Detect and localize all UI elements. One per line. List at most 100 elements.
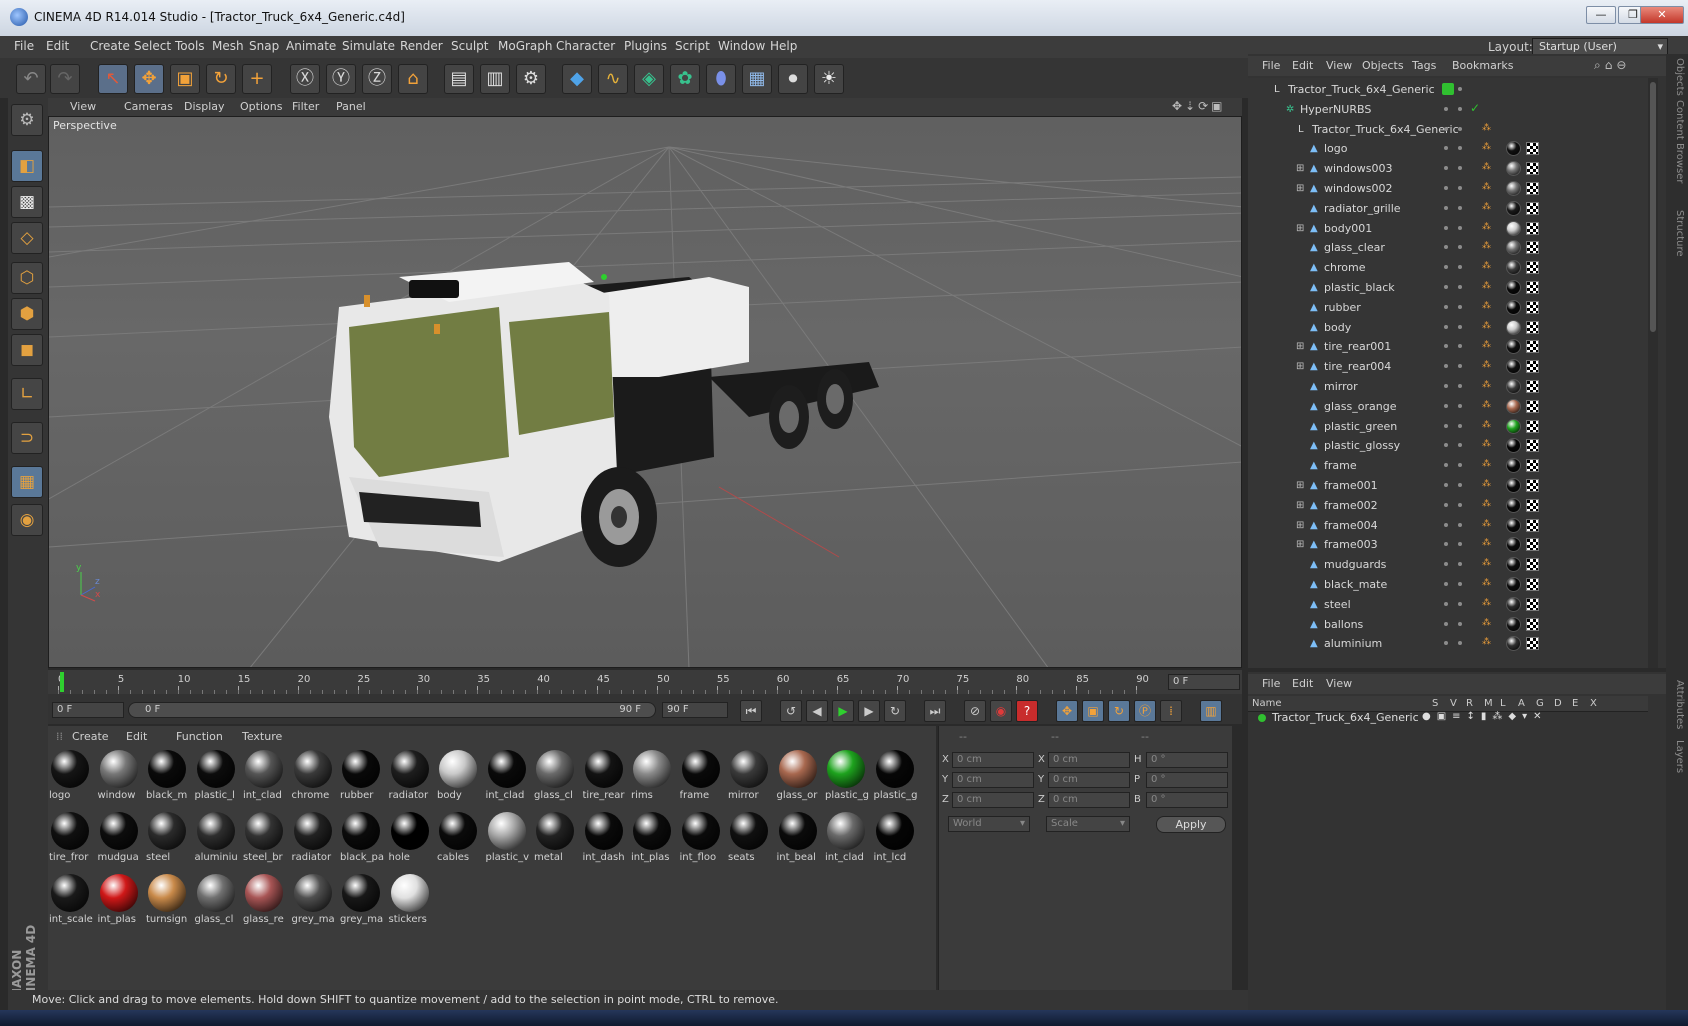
enabled-check-icon[interactable]: ✓	[1470, 101, 1480, 115]
menu-script[interactable]: Script	[675, 39, 710, 53]
object-row[interactable]: ▲ mirror ⁂	[1248, 377, 1648, 397]
timeline-playhead[interactable]	[60, 672, 64, 692]
layer-column-v[interactable]: V	[1450, 698, 1457, 709]
visibility-render-dot[interactable]	[1458, 166, 1462, 171]
material-swatch[interactable]: tire_fror	[48, 810, 92, 868]
menu-create[interactable]: Create	[90, 39, 130, 53]
phong-tag-icon[interactable]: ⁂	[1482, 162, 1494, 174]
material-tag-icon[interactable]	[1506, 379, 1521, 394]
material-swatch[interactable]: int_scale	[48, 872, 93, 930]
material-tag-icon[interactable]	[1506, 299, 1521, 315]
material-swatch[interactable]: mudgua	[97, 810, 141, 868]
material-swatch[interactable]: aluminiu	[194, 810, 238, 868]
visibility-editor-dot[interactable]	[1444, 304, 1448, 309]
object-row[interactable]: ⊞ ▲ windows002 ⁂	[1248, 179, 1648, 199]
workplane-lock-button[interactable]: ▦	[11, 466, 43, 498]
visibility-render-dot[interactable]	[1458, 423, 1462, 428]
material-tag-icon[interactable]	[1506, 181, 1521, 196]
material-swatch[interactable]: plastic_g	[824, 748, 869, 806]
uvw-tag-icon[interactable]	[1526, 261, 1539, 275]
snap-magnet-button[interactable]: ⊃	[11, 422, 43, 454]
visibility-render-dot[interactable]	[1458, 483, 1462, 487]
material-swatch[interactable]: rims	[630, 748, 674, 806]
material-tag-icon[interactable]	[1506, 339, 1521, 355]
material-swatch[interactable]: int_dash	[582, 810, 626, 868]
object-row[interactable]: ⊞ ▲ tire_rear004 ⁂	[1248, 357, 1648, 377]
uvw-tag-icon[interactable]	[1526, 300, 1539, 314]
object-menu-view[interactable]: View	[1326, 59, 1352, 72]
record-keys-off-button[interactable]: ⊘	[964, 700, 986, 722]
object-row[interactable]: ▲ frame ⁂	[1248, 456, 1648, 476]
visibility-render-dot[interactable]	[1458, 562, 1462, 567]
material-tag-icon[interactable]	[1506, 438, 1521, 454]
material-swatch[interactable]: frame	[679, 748, 723, 806]
viewport-menu-view[interactable]: View	[70, 100, 96, 113]
viewport-menu-cameras[interactable]: Cameras	[124, 100, 173, 113]
perspective-viewport[interactable]: Perspective y z x	[48, 116, 1242, 668]
coord-rotation-field[interactable]: 0 °	[1146, 752, 1228, 768]
material-tag-icon[interactable]	[1506, 616, 1521, 632]
uvw-tag-icon[interactable]	[1526, 419, 1539, 433]
record-active-button[interactable]: ◉	[990, 700, 1012, 722]
menu-sculpt[interactable]: Sculpt	[451, 39, 488, 53]
visibility-render-dot[interactable]	[1458, 344, 1462, 349]
material-swatch[interactable]: black_m	[145, 748, 189, 806]
layer-menu-view[interactable]: View	[1326, 677, 1352, 690]
preview-range-slider[interactable]: 0 F 90 F	[128, 702, 656, 718]
uvw-tag-icon[interactable]	[1526, 518, 1539, 532]
material-swatch[interactable]: grey_ma	[339, 872, 383, 930]
z-axis-lock-button[interactable]: Ⓩ	[362, 64, 392, 94]
material-swatch[interactable]: grey_ma	[291, 872, 335, 930]
visibility-editor-dot[interactable]	[1444, 582, 1448, 586]
material-swatch[interactable]: black_pa	[339, 810, 384, 868]
visibility-editor-dot[interactable]	[1444, 225, 1448, 230]
material-swatch[interactable]: window	[97, 748, 141, 806]
layer-column-a[interactable]: A	[1518, 698, 1525, 709]
visibility-editor-dot[interactable]	[1444, 522, 1448, 527]
layer-column-s[interactable]: S	[1432, 698, 1438, 709]
object-row[interactable]: ▲ steel ⁂	[1248, 595, 1648, 615]
autokey-help-icon[interactable]: ?	[1016, 700, 1038, 722]
menu-snap[interactable]: Snap	[249, 39, 279, 53]
material-swatch[interactable]: int_clad	[485, 748, 529, 806]
phong-tag-icon[interactable]: ⁂	[1482, 202, 1494, 214]
x-axis-lock-button[interactable]: Ⓧ	[290, 64, 320, 94]
material-tag-icon[interactable]	[1506, 319, 1521, 335]
visibility-editor-dot[interactable]	[1444, 463, 1448, 468]
uvw-tag-icon[interactable]	[1526, 538, 1539, 552]
coord-rotation-field[interactable]: 0 °	[1146, 792, 1228, 808]
material-menu-function[interactable]: Function	[176, 730, 223, 743]
material-menu-create[interactable]: Create	[72, 730, 109, 743]
object-row[interactable]: ⊞ ▲ windows003 ⁂	[1248, 159, 1648, 179]
viewport-menu-options[interactable]: Options	[240, 100, 282, 113]
expand-icon[interactable]: ⊞	[1296, 223, 1306, 234]
end-frame-field[interactable]: 90 F	[662, 702, 728, 718]
visibility-render-dot[interactable]	[1458, 364, 1462, 369]
menu-mesh[interactable]: Mesh	[212, 39, 244, 53]
object-row[interactable]: ▲ body ⁂	[1248, 318, 1648, 338]
visibility-render-dot[interactable]	[1458, 87, 1462, 91]
phong-tag-icon[interactable]: ⁂	[1482, 301, 1494, 313]
object-row[interactable]: ⊞ ▲ tire_rear001 ⁂	[1248, 337, 1648, 357]
phong-tag-icon[interactable]: ⁂	[1482, 598, 1494, 610]
object-row[interactable]: ▲ plastic_black ⁂	[1248, 278, 1648, 298]
layer-column-l[interactable]: L	[1500, 698, 1506, 709]
side-tab-content-browser[interactable]: Content Browser	[1669, 100, 1685, 183]
uvw-tag-icon[interactable]	[1526, 380, 1539, 393]
visibility-editor-dot[interactable]	[1444, 621, 1448, 626]
apply-button[interactable]: Apply	[1156, 816, 1226, 833]
material-tag-icon[interactable]	[1506, 478, 1521, 493]
material-swatch[interactable]: rubber	[339, 748, 383, 806]
visibility-editor-dot[interactable]	[1444, 186, 1448, 190]
material-swatch[interactable]: int_floo	[679, 810, 723, 868]
visibility-editor-dot[interactable]	[1444, 205, 1448, 210]
material-tag-icon[interactable]	[1506, 141, 1521, 157]
make-editable-button[interactable]: ⚙	[11, 104, 43, 136]
material-swatch[interactable]: cables	[436, 810, 480, 868]
uvw-tag-icon[interactable]	[1526, 320, 1539, 334]
coord-mode-select[interactable]: World ▾	[948, 816, 1030, 832]
visibility-render-dot[interactable]	[1458, 324, 1462, 329]
visibility-editor-dot[interactable]	[1444, 265, 1448, 270]
material-tag-icon[interactable]	[1506, 636, 1521, 652]
object-menu-bookmarks[interactable]: Bookmarks	[1452, 59, 1513, 72]
